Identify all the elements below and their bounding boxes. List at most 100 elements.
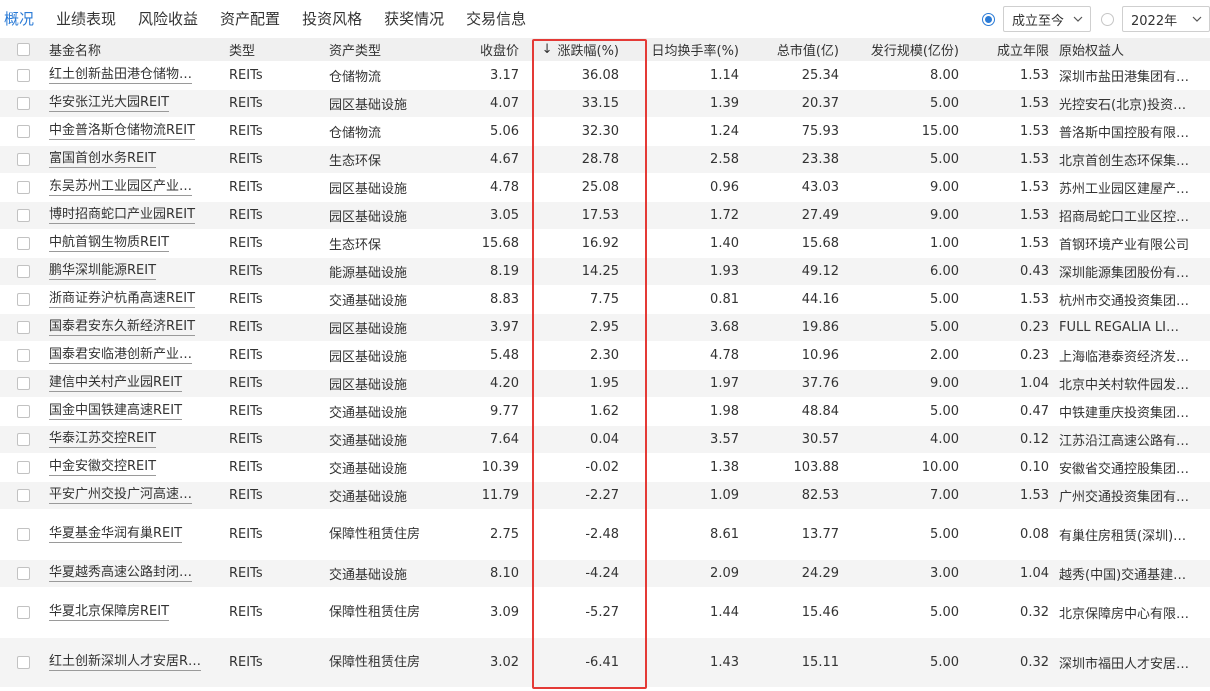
checkbox[interactable] xyxy=(17,181,30,194)
checkbox[interactable] xyxy=(17,461,30,474)
tab-bar: 概况 业绩表现 风险收益 资产配置 投资风格 获奖情况 交易信息 成立至今 2022年 xyxy=(0,0,1210,38)
header-change-pct[interactable]: ↓ 涨跌幅(%) xyxy=(530,38,619,61)
header-asset-type[interactable]: 资产类型 xyxy=(329,38,439,61)
checkbox[interactable] xyxy=(17,153,30,166)
tab-1[interactable]: 业绩表现 xyxy=(56,0,116,38)
checkbox[interactable] xyxy=(17,321,30,334)
header-type[interactable]: 类型 xyxy=(229,38,319,61)
fund-name-link[interactable]: 国泰君安东久新经济REIT xyxy=(49,319,196,336)
header-close-price[interactable]: 收盘价 xyxy=(440,38,519,61)
cell-turnover: 0.96 xyxy=(710,180,739,195)
year-select[interactable]: 2022年 xyxy=(1122,6,1210,32)
table-row[interactable]: 平安广州交投广河高速… REITs 交通基础设施 11.79 -2.27 1.09 82.5… xyxy=(0,482,1210,510)
cell-original-owner: 光控安石(北京)投资… xyxy=(1059,98,1187,113)
row-checkbox-cell xyxy=(17,370,33,397)
cell-years: 1.53 xyxy=(1020,124,1049,139)
fund-name-link[interactable]: 鹏华深圳能源REIT xyxy=(49,263,157,280)
table-row[interactable]: 鹏华深圳能源REIT REITs 能源基础设施 8.19 14.25 1.93 49.12 6… xyxy=(0,258,1210,286)
cell-close-price: 3.02 xyxy=(490,655,519,670)
checkbox[interactable] xyxy=(17,209,30,222)
checkbox[interactable] xyxy=(17,97,30,110)
fund-name-link[interactable]: 华夏基金华润有巢REIT xyxy=(49,526,183,543)
header-years[interactable]: 成立年限 xyxy=(970,38,1049,61)
checkbox[interactable] xyxy=(17,349,30,362)
header-market-cap[interactable]: 总市值(亿) xyxy=(740,38,839,61)
fund-name-link[interactable]: 建信中关村产业园REIT xyxy=(49,375,183,392)
fund-name-link[interactable]: 中金安徽交控REIT xyxy=(49,459,157,476)
table-row[interactable]: 浙商证券沪杭甬高速REIT REITs 交通基础设施 8.83 7.75 0.81 44.1… xyxy=(0,286,1210,314)
checkbox[interactable] xyxy=(17,293,30,306)
fund-name-link[interactable]: 华安张江光大园REIT xyxy=(49,95,170,112)
tab-5[interactable]: 获奖情况 xyxy=(384,0,444,38)
checkbox[interactable] xyxy=(17,377,30,390)
tab-6[interactable]: 交易信息 xyxy=(466,0,526,38)
checkbox[interactable] xyxy=(17,69,30,82)
table-row[interactable]: 国泰君安临港创新产业… REITs 园区基础设施 5.48 2.30 4.78 10.96 2… xyxy=(0,342,1210,370)
fund-name-link[interactable]: 华夏越秀高速公路封闭… xyxy=(49,565,193,582)
cell-type: REITs xyxy=(229,68,263,83)
checkbox[interactable] xyxy=(17,405,30,418)
fund-name-link[interactable]: 浙商证券沪杭甬高速REIT xyxy=(49,291,196,308)
cell-market-cap: 43.03 xyxy=(801,180,839,195)
table-row[interactable]: 红土创新盐田港仓储物… REITs 仓储物流 3.17 36.08 1.14 25.34 8.… xyxy=(0,62,1210,90)
header-change-label: 涨跌幅(%) xyxy=(557,44,620,59)
table-row[interactable]: 中金安徽交控REIT REITs 交通基础设施 10.39 -0.02 1.38 103.8… xyxy=(0,454,1210,482)
checkbox[interactable] xyxy=(17,433,30,446)
checkbox[interactable] xyxy=(17,606,30,619)
checkbox[interactable] xyxy=(17,43,30,56)
fund-name-link[interactable]: 中金普洛斯仓储物流REIT xyxy=(49,123,196,140)
table-row[interactable]: 国泰君安东久新经济REIT REITs 园区基础设施 3.97 2.95 3.68 19.8… xyxy=(0,314,1210,342)
fund-name-link[interactable]: 富国首创水务REIT xyxy=(49,151,157,168)
table-row[interactable]: 国金中国铁建高速REIT REITs 交通基础设施 9.77 1.62 1.98 48.84… xyxy=(0,398,1210,426)
radio-year[interactable] xyxy=(1101,12,1114,26)
checkbox[interactable] xyxy=(17,489,30,502)
table-row[interactable]: 华夏基金华润有巢REIT REITs 保障性租赁住房 2.75 -2.48 8.61 13.… xyxy=(0,510,1210,560)
fund-name-link[interactable]: 东吴苏州工业园区产业… xyxy=(49,179,193,196)
fund-name-link[interactable]: 国金中国铁建高速REIT xyxy=(49,403,183,420)
checkbox[interactable] xyxy=(17,528,30,541)
header-original-owner[interactable]: 原始权益人 xyxy=(1059,38,1209,61)
header-select-all[interactable] xyxy=(17,38,33,61)
cell-market-cap: 49.12 xyxy=(801,264,839,279)
tab-0[interactable]: 概况 xyxy=(4,0,34,38)
fund-name-link[interactable]: 华夏北京保障房REIT xyxy=(49,604,170,621)
table-row[interactable]: 博时招商蛇口产业园REIT REITs 园区基础设施 3.05 17.53 1.72 27.… xyxy=(0,202,1210,230)
cell-type: REITs xyxy=(229,404,263,419)
checkbox[interactable] xyxy=(17,237,30,250)
table-row[interactable]: 中金普洛斯仓储物流REIT REITs 仓储物流 5.06 32.30 1.24 75.93… xyxy=(0,118,1210,146)
header-issue-size[interactable]: 发行规模(亿份) xyxy=(850,38,959,61)
fund-name-link[interactable]: 华泰江苏交控REIT xyxy=(49,431,157,448)
fund-name-link[interactable]: 红土创新深圳人才安居R… xyxy=(49,654,202,671)
cell-change-pct: 0.04 xyxy=(590,432,619,447)
header-fund-name[interactable]: 基金名称 xyxy=(49,38,219,61)
table-row[interactable]: 华安张江光大园REIT REITs 园区基础设施 4.07 33.15 1.39 20.37… xyxy=(0,90,1210,118)
table-row[interactable]: 华夏北京保障房REIT REITs 保障性租赁住房 3.09 -5.27 1.44 15.4… xyxy=(0,588,1210,638)
fund-name-link[interactable]: 博时招商蛇口产业园REIT xyxy=(49,207,196,224)
checkbox[interactable] xyxy=(17,656,30,669)
checkbox[interactable] xyxy=(17,567,30,580)
cell-close-price: 11.79 xyxy=(481,488,519,503)
header-turnover[interactable]: 日均换手率(%) xyxy=(640,38,740,61)
table-row[interactable]: 红土创新深圳人才安居R… REITs 保障性租赁住房 3.02 -6.41 1.43 15.… xyxy=(0,638,1210,688)
tab-3[interactable]: 资产配置 xyxy=(220,0,280,38)
radio-since-inception[interactable] xyxy=(981,12,995,26)
fund-name-link[interactable]: 国泰君安临港创新产业… xyxy=(49,347,193,364)
cell-market-cap: 25.34 xyxy=(801,68,839,83)
tab-4[interactable]: 投资风格 xyxy=(302,0,362,38)
period-select[interactable]: 成立至今 xyxy=(1002,6,1091,32)
fund-name-link[interactable]: 红土创新盐田港仓储物… xyxy=(49,67,193,84)
cell-close-price: 8.10 xyxy=(490,566,519,581)
cell-years: 0.32 xyxy=(1020,605,1049,620)
table-row[interactable]: 华夏越秀高速公路封闭… REITs 交通基础设施 8.10 -4.24 2.09 24.29… xyxy=(0,560,1210,588)
table-row[interactable]: 建信中关村产业园REIT REITs 园区基础设施 4.20 1.95 1.97 37.76… xyxy=(0,370,1210,398)
checkbox[interactable] xyxy=(17,125,30,138)
tab-2[interactable]: 风险收益 xyxy=(138,0,198,38)
fund-name-link[interactable]: 平安广州交投广河高速… xyxy=(49,487,193,504)
fund-name-link[interactable]: 中航首钢生物质REIT xyxy=(49,235,170,252)
table-row[interactable]: 中航首钢生物质REIT REITs 生态环保 15.68 16.92 1.40 15.68 1… xyxy=(0,230,1210,258)
table-row[interactable]: 华泰江苏交控REIT REITs 交通基础设施 7.64 0.04 3.57 30.57 4.… xyxy=(0,426,1210,454)
table-row[interactable]: 东吴苏州工业园区产业… REITs 园区基础设施 4.78 25.08 0.96 43.03… xyxy=(0,174,1210,202)
table-row[interactable]: 富国首创水务REIT REITs 生态环保 4.67 28.78 2.58 23.38 5.0… xyxy=(0,146,1210,174)
checkbox[interactable] xyxy=(17,265,30,278)
cell-original-owner: FULL REGALIA LI… xyxy=(1059,320,1180,335)
